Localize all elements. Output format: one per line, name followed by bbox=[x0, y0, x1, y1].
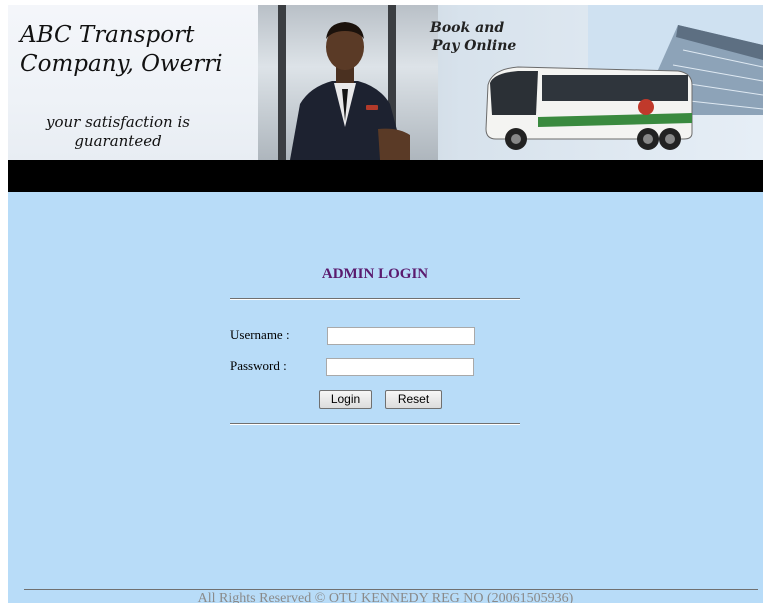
password-input[interactable] bbox=[326, 358, 474, 376]
company-name-line2: Company, Owerri bbox=[20, 51, 223, 77]
main-content: ADMIN LOGIN Username : Password : Login … bbox=[8, 192, 763, 603]
login-button[interactable]: Login bbox=[319, 390, 372, 409]
reset-button[interactable]: Reset bbox=[385, 390, 442, 409]
header-banner: ABC Transport Company, Owerri your satis… bbox=[8, 5, 763, 160]
businessman-image bbox=[290, 22, 410, 160]
book-pay-online-slogan: Book and Pay Online bbox=[430, 19, 516, 55]
bus-image bbox=[485, 66, 693, 150]
page-title: ADMIN LOGIN bbox=[321, 266, 429, 282]
banner-title-panel: ABC Transport Company, Owerri your satis… bbox=[8, 5, 258, 160]
nav-bar bbox=[8, 160, 763, 192]
footer-divider bbox=[24, 589, 758, 590]
username-label: Username : bbox=[230, 327, 290, 342]
tagline: your satisfaction is guaranteed bbox=[8, 113, 228, 151]
promo-line1: Book and bbox=[430, 20, 505, 36]
tagline-line2: guaranteed bbox=[74, 132, 162, 150]
footer-copyright: All Rights Reserved © OTU KENNEDY REG NO… bbox=[197, 591, 574, 603]
company-name: ABC Transport Company, Owerri bbox=[20, 21, 223, 79]
tagline-line1: your satisfaction is bbox=[46, 113, 190, 131]
company-name-line1: ABC Transport bbox=[20, 22, 195, 48]
username-input[interactable] bbox=[327, 327, 475, 345]
password-label: Password : bbox=[230, 358, 287, 373]
divider bbox=[230, 298, 520, 300]
divider bbox=[230, 423, 520, 425]
promo-line2: Pay Online bbox=[432, 38, 517, 54]
